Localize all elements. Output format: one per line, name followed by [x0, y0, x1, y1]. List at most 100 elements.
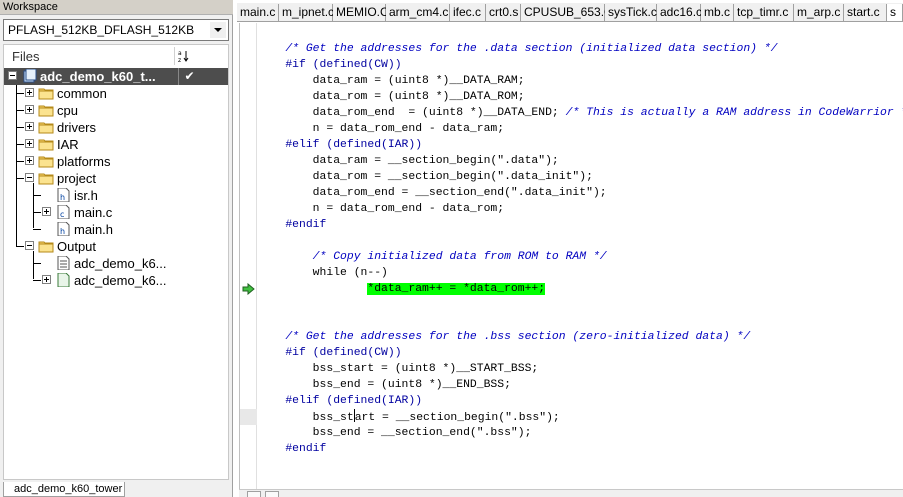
- folder-icon: [38, 120, 54, 134]
- code-line[interactable]: bss_start = (uint8 *)__START_BSS;: [258, 361, 539, 377]
- tree-item[interactable]: adc_demo_k60_t... ✔: [4, 68, 228, 85]
- editor-gutter[interactable]: [240, 23, 257, 489]
- code-text: data_rom = (uint8 *)__DATA_ROM;: [258, 91, 525, 103]
- tab-m-ipnet-c[interactable]: m_ipnet.c: [279, 4, 334, 21]
- code-line[interactable]: #elif (defined(IAR)): [258, 393, 422, 409]
- tree-item-label: isr.h: [74, 188, 98, 203]
- configuration-value: PFLASH_512KB_DFLASH_512KB: [8, 23, 195, 37]
- code-line[interactable]: /* Get the addresses for the .data secti…: [258, 41, 777, 57]
- code-line[interactable]: data_ram = (uint8 *)__DATA_RAM;: [258, 73, 525, 89]
- svg-text:h: h: [60, 227, 65, 236]
- code-line[interactable]: #endif: [258, 441, 326, 457]
- files-header[interactable]: Files a z: [3, 44, 229, 66]
- tree-item-label: adc_demo_k6...: [74, 256, 167, 271]
- code-area[interactable]: /* Get the addresses for the .data secti…: [258, 23, 903, 489]
- tab-cpusub-653-c[interactable]: CPUSUB_653.C: [521, 4, 613, 21]
- code-line[interactable]: data_rom = (uint8 *)__DATA_ROM;: [258, 89, 525, 105]
- tab-m-arp-c[interactable]: m_arp.c: [794, 4, 844, 21]
- expand-icon[interactable]: [42, 275, 51, 284]
- collapse-icon[interactable]: [8, 71, 17, 80]
- tree-item[interactable]: c main.c: [4, 204, 228, 221]
- document-icon: [55, 255, 71, 271]
- code-line[interactable]: bss_end = (uint8 *)__END_BSS;: [258, 377, 511, 393]
- code-line[interactable]: bss_end = __section_end(".bss");: [258, 425, 532, 441]
- code-line[interactable]: bss_start = __section_begin(".bss");: [258, 409, 560, 425]
- code-line[interactable]: #elif (defined(IAR)): [258, 137, 422, 153]
- code-line[interactable]: n = data_rom_end - data_ram;: [258, 121, 504, 137]
- tab-ifec-c[interactable]: ifec.c: [450, 4, 486, 21]
- tree-item-label: main.c: [74, 205, 113, 220]
- tree-item[interactable]: common: [4, 85, 228, 102]
- tab-adc16-c[interactable]: adc16.c: [657, 4, 702, 21]
- tree-item[interactable]: h main.h: [4, 221, 228, 238]
- scroll-left-button[interactable]: [247, 491, 261, 497]
- code-line[interactable]: #endif: [258, 217, 326, 233]
- expand-icon[interactable]: [25, 105, 34, 114]
- folder-icon: [38, 154, 54, 168]
- code-line[interactable]: data_ram = __section_begin(".data");: [258, 153, 559, 169]
- expand-icon[interactable]: [25, 156, 34, 165]
- collapse-icon[interactable]: [25, 241, 34, 250]
- code-line[interactable]: *data_ram++ = *data_rom++;: [258, 281, 546, 297]
- code-line[interactable]: #if (defined(CW)): [258, 57, 401, 73]
- tree-item[interactable]: adc_demo_k6...: [4, 272, 228, 289]
- tab-start-c[interactable]: start.c: [844, 4, 887, 21]
- code-editor[interactable]: /* Get the addresses for the .data secti…: [239, 23, 903, 489]
- tree-item-label: cpu: [57, 103, 78, 118]
- svg-text:z: z: [178, 57, 181, 63]
- tab-systick-c[interactable]: sysTick.c: [605, 4, 657, 21]
- tree-item-label: project: [57, 171, 97, 186]
- scroll-right-button[interactable]: [265, 491, 279, 497]
- collapse-icon[interactable]: [25, 173, 34, 182]
- code-line[interactable]: /* Get the addresses for the .bss sectio…: [258, 329, 750, 345]
- tree-item-label: IAR: [57, 137, 79, 152]
- code-line[interactable]: data_rom_end = (uint8 *)__DATA_END; /* T…: [258, 105, 903, 121]
- expand-icon[interactable]: [42, 207, 51, 216]
- workspace-title: Workspace: [0, 0, 233, 15]
- c-file-icon: c: [55, 204, 71, 220]
- svg-text:a: a: [178, 50, 182, 57]
- check-icon[interactable]: ✔: [178, 68, 200, 85]
- tab-arm-cm4-c[interactable]: arm_cm4.c: [386, 4, 450, 21]
- code-line[interactable]: #if (defined(CW)): [258, 345, 402, 361]
- workspace-tab[interactable]: adc_demo_k60_tower: [3, 482, 125, 497]
- tree-item[interactable]: project: [4, 170, 228, 187]
- code-line[interactable]: data_rom = __section_begin(".data_init")…: [258, 169, 593, 185]
- file-tree[interactable]: adc_demo_k60_t... ✔ common cpu drivers IAR pla…: [3, 66, 229, 480]
- tab-memio-c[interactable]: MEMIO.C: [333, 4, 389, 21]
- tree-item[interactable]: drivers: [4, 119, 228, 136]
- expand-icon[interactable]: [25, 88, 34, 97]
- tree-item[interactable]: adc_demo_k6...: [4, 255, 228, 272]
- code-line[interactable]: /* Copy initialized data from ROM to RAM…: [258, 249, 607, 265]
- tree-item[interactable]: IAR: [4, 136, 228, 153]
- tab-crt0-s[interactable]: crt0.s: [486, 4, 521, 21]
- code-text: n = data_rom_end - data_ram;: [258, 123, 505, 135]
- tab-main-c[interactable]: main.c: [237, 4, 279, 21]
- code-line[interactable]: data_rom_end = __section_end(".data_init…: [258, 185, 607, 201]
- arrow-right-icon: [242, 282, 255, 298]
- expand-icon[interactable]: [25, 139, 34, 148]
- tree-item[interactable]: cpu: [4, 102, 228, 119]
- configuration-select[interactable]: PFLASH_512KB_DFLASH_512KB: [3, 19, 229, 41]
- tree-item[interactable]: Output: [4, 238, 228, 255]
- sort-icon[interactable]: a z: [177, 49, 193, 63]
- code-text: data_rom_end = (uint8 *)__DATA_END;: [258, 107, 566, 119]
- header-divider: [174, 47, 175, 65]
- tree-item[interactable]: h isr.h: [4, 187, 228, 204]
- expand-icon[interactable]: [25, 122, 34, 131]
- code-text: bss_end = (uint8 *)__END_BSS;: [258, 379, 511, 391]
- chevron-down-icon[interactable]: [210, 22, 226, 38]
- code-comment: /* This is actually a RAM address in Cod…: [565, 107, 903, 119]
- tab-s[interactable]: s: [887, 4, 903, 21]
- code-text: data_ram = (uint8 *)__DATA_RAM;: [258, 75, 525, 87]
- folder-icon: [38, 239, 54, 253]
- tree-item[interactable]: platforms: [4, 153, 228, 170]
- preprocessor-directive: #if (defined(CW)): [258, 347, 402, 359]
- tab-tcp-timr-c[interactable]: tcp_timr.c: [734, 4, 794, 21]
- horizontal-scrollbar[interactable]: [239, 489, 903, 497]
- code-line[interactable]: n = data_rom_end - data_rom;: [258, 201, 504, 217]
- code-comment: /* Copy initialized data from ROM to RAM…: [258, 251, 607, 263]
- tab-mb-c[interactable]: mb.c: [701, 4, 734, 21]
- code-line[interactable]: while (n--): [258, 265, 388, 281]
